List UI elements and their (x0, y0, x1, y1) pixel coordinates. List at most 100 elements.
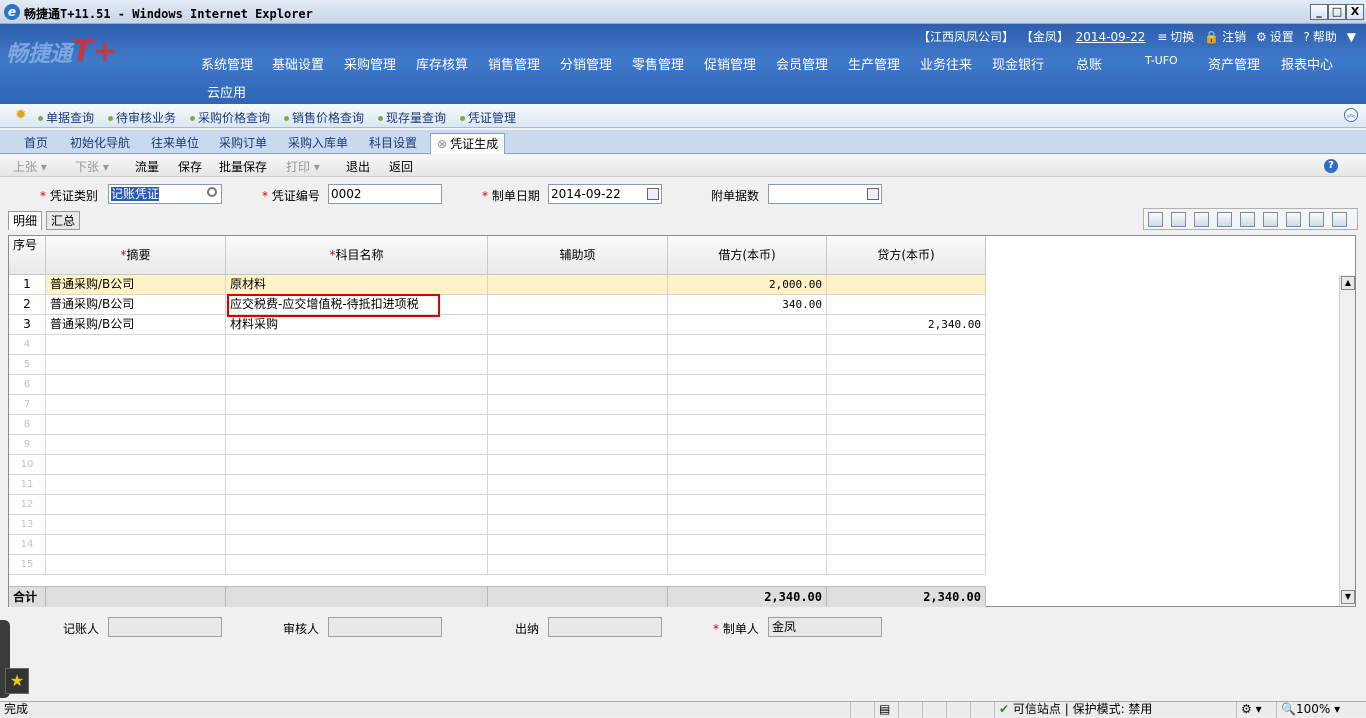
quicklink-voucher-mgmt[interactable]: 凭证管理 (460, 109, 516, 126)
empty-cell[interactable] (668, 475, 827, 495)
empty-cell[interactable] (226, 515, 488, 535)
save-button[interactable]: 保存 (178, 158, 202, 175)
close-tab-icon[interactable]: ⊗ (437, 137, 447, 151)
empty-cell[interactable] (46, 455, 226, 475)
col-header-summary[interactable]: *摘要 (46, 236, 226, 275)
quicklink-stock-query[interactable]: 现存量查询 (378, 109, 446, 126)
dropdown-arrow-icon[interactable]: ▼ (1347, 30, 1356, 44)
empty-cell[interactable] (668, 535, 827, 555)
menu-inventory[interactable]: 库存核算 (416, 54, 468, 73)
empty-cell[interactable] (226, 355, 488, 375)
tab-voucher-generate[interactable]: ⊗ 凭证生成 (430, 133, 506, 154)
aux-cell[interactable] (488, 275, 668, 295)
switch-link[interactable]: 切换 (1170, 30, 1194, 44)
empty-cell[interactable] (226, 415, 488, 435)
debit-cell[interactable]: 340.00 (668, 295, 827, 315)
empty-cell[interactable] (488, 495, 668, 515)
empty-cell[interactable] (827, 515, 986, 535)
debit-cell[interactable]: 2,000.00 (668, 275, 827, 295)
empty-cell[interactable] (827, 355, 986, 375)
flow-button[interactable]: 流量 (135, 158, 159, 175)
prev-button[interactable]: 上张 ▾ (13, 158, 47, 175)
tab-purchase-order[interactable]: 采购订单 (213, 133, 273, 154)
collapse-icon[interactable]: ︽ (1344, 108, 1358, 122)
empty-cell[interactable] (226, 555, 488, 575)
settings-link[interactable]: 设置 (1270, 30, 1294, 44)
menu-system[interactable]: 系统管理 (201, 54, 253, 73)
empty-cell[interactable] (827, 455, 986, 475)
aux-cell[interactable] (488, 295, 668, 315)
swap-icon[interactable] (1263, 212, 1278, 227)
search-icon[interactable] (207, 187, 217, 197)
empty-cell[interactable] (46, 395, 226, 415)
empty-cell[interactable] (488, 455, 668, 475)
empty-cell[interactable] (668, 335, 827, 355)
menu-assets[interactable]: 资产管理 (1208, 54, 1260, 73)
menu-promotion[interactable]: 促销管理 (704, 54, 756, 73)
empty-cell[interactable] (668, 355, 827, 375)
tab-home[interactable]: 首页 (18, 133, 54, 154)
quicklink-purchase-price[interactable]: 采购价格查询 (190, 109, 270, 126)
login-date[interactable]: 2014-09-22 (1076, 30, 1146, 44)
zoom-options-icon[interactable]: ⚙ ▾ (1236, 702, 1274, 718)
empty-cell[interactable] (488, 475, 668, 495)
empty-cell[interactable] (827, 495, 986, 515)
tab-init-nav[interactable]: 初始化导航 (64, 133, 136, 154)
empty-cell[interactable] (226, 535, 488, 555)
empty-cell[interactable] (668, 375, 827, 395)
quicklink-pending-audit[interactable]: 待审核业务 (108, 109, 176, 126)
insert-row-icon[interactable] (1148, 212, 1163, 227)
empty-cell[interactable] (668, 415, 827, 435)
menu-distribution[interactable]: 分销管理 (560, 54, 612, 73)
empty-cell[interactable] (827, 395, 986, 415)
empty-cell[interactable] (226, 335, 488, 355)
calculator-icon[interactable] (1194, 212, 1209, 227)
empty-cell[interactable] (488, 415, 668, 435)
empty-cell[interactable] (226, 375, 488, 395)
exit-button[interactable]: 退出 (346, 158, 370, 175)
menu-basic-settings[interactable]: 基础设置 (272, 54, 324, 73)
menu-member[interactable]: 会员管理 (776, 54, 828, 73)
credit-cell[interactable]: 2,340.00 (827, 315, 986, 335)
sort-icon[interactable] (1240, 212, 1255, 227)
empty-cell[interactable] (226, 435, 488, 455)
empty-cell[interactable] (668, 435, 827, 455)
grid-scrollbar[interactable]: ▲ ▼ (1339, 275, 1355, 606)
empty-cell[interactable] (46, 415, 226, 435)
summary-cell[interactable]: 普通采购/B公司 (46, 275, 226, 295)
empty-cell[interactable] (827, 375, 986, 395)
col-header-credit[interactable]: 贷方(本币) (827, 236, 986, 275)
empty-cell[interactable] (46, 475, 226, 495)
debit-cell[interactable] (668, 315, 827, 335)
menu-sales[interactable]: 销售管理 (488, 54, 540, 73)
empty-cell[interactable] (46, 535, 226, 555)
empty-cell[interactable] (827, 415, 986, 435)
empty-cell[interactable] (488, 515, 668, 535)
back-button[interactable]: 返回 (389, 158, 413, 175)
menu-production[interactable]: 生产管理 (848, 54, 900, 73)
scroll-up-icon[interactable]: ▲ (1341, 276, 1355, 290)
account-cell[interactable]: 原材料 (226, 275, 488, 295)
date-field[interactable]: 2014-09-22 (548, 184, 662, 204)
batch-save-button[interactable]: 批量保存 (219, 158, 267, 175)
help-link[interactable]: 帮助 (1313, 30, 1337, 44)
aux-cell[interactable] (488, 315, 668, 335)
empty-cell[interactable] (488, 535, 668, 555)
export-excel-icon[interactable] (1332, 212, 1347, 227)
voucher-type-field[interactable]: 记账凭证 (108, 184, 222, 204)
attachments-field[interactable] (768, 184, 882, 204)
empty-cell[interactable] (46, 495, 226, 515)
empty-cell[interactable] (827, 335, 986, 355)
maximize-button[interactable]: □ (1328, 4, 1346, 20)
menu-cash-bank[interactable]: 现金银行 (992, 54, 1044, 73)
col-header-account[interactable]: *科目名称 (226, 236, 488, 275)
empty-cell[interactable] (668, 515, 827, 535)
empty-cell[interactable] (46, 555, 226, 575)
credit-cell[interactable] (827, 275, 986, 295)
empty-cell[interactable] (668, 455, 827, 475)
empty-cell[interactable] (226, 495, 488, 515)
empty-cell[interactable] (488, 375, 668, 395)
empty-cell[interactable] (488, 395, 668, 415)
empty-cell[interactable] (226, 475, 488, 495)
paste-icon[interactable] (1309, 212, 1324, 227)
